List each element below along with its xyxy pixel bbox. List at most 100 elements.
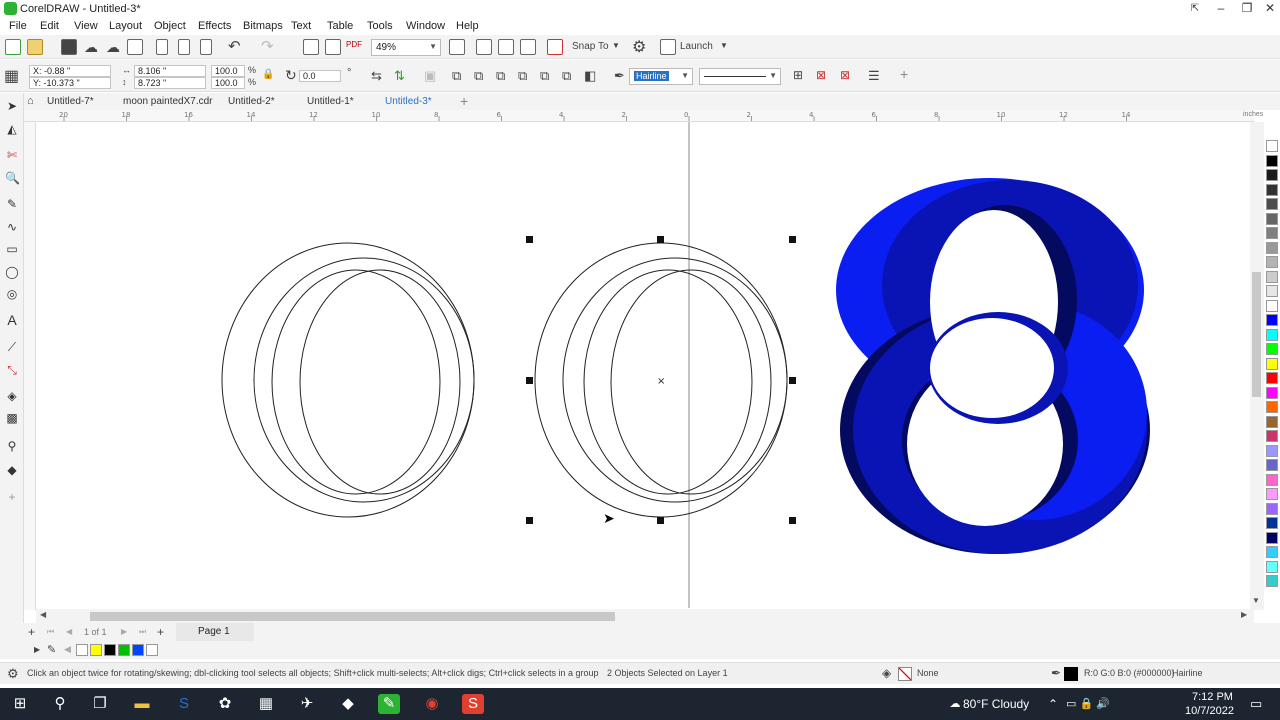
new-tab-icon[interactable]: + <box>460 93 468 109</box>
full-screen-preview-icon[interactable] <box>449 39 465 55</box>
new-document-icon[interactable] <box>5 39 21 55</box>
menu-window[interactable]: Window <box>406 20 445 32</box>
eyedropper-tool-icon[interactable]: ⚲ <box>5 439 19 453</box>
windows-start-icon[interactable]: ⊞ <box>9 694 31 714</box>
artistic-media-icon[interactable]: ∿ <box>5 220 19 234</box>
palette-swatch[interactable] <box>1266 430 1278 442</box>
account-icon[interactable]: ⇱ <box>1182 0 1208 18</box>
palette-swatch[interactable] <box>1266 575 1278 587</box>
swatch-blue[interactable] <box>132 644 144 656</box>
tray-icons[interactable]: ▭ 🔒 🔊 <box>1066 697 1110 710</box>
palette-swatch[interactable] <box>1266 502 1278 515</box>
pick-tool-icon[interactable]: ➤ <box>5 99 19 113</box>
home-icon[interactable]: ⌂ <box>27 95 34 107</box>
app-icon[interactable]: ▦ <box>255 694 277 714</box>
undo-icon[interactable]: ↶ <box>228 37 241 55</box>
snap-to-menu[interactable]: Snap To <box>572 41 609 52</box>
import-icon[interactable] <box>303 39 319 55</box>
app-s-red-icon[interactable]: S <box>462 694 484 714</box>
palette-swatch[interactable] <box>1266 154 1278 167</box>
scroll-right-icon[interactable]: ▶ <box>1241 610 1247 619</box>
eyedropper-icon[interactable]: ✎ <box>47 643 56 656</box>
tab-untitled-7[interactable]: Untitled-7* <box>47 93 94 110</box>
palette-swatch[interactable] <box>1266 299 1278 312</box>
minimize-button[interactable]: – <box>1208 0 1234 18</box>
line-style-select[interactable]: ▼ <box>699 68 781 85</box>
palette-swatch[interactable] <box>1266 169 1278 181</box>
selection-handle-left[interactable] <box>526 377 533 384</box>
blue-ring-artwork[interactable] <box>836 178 1150 554</box>
previous-page-icon[interactable]: ◀ <box>66 627 72 636</box>
height-field[interactable]: 8.723 " <box>134 77 206 89</box>
swatch-yellow[interactable] <box>90 644 102 656</box>
chevron-down-icon[interactable]: ▼ <box>612 41 620 50</box>
palette-swatch[interactable] <box>1266 256 1278 268</box>
swatch-black[interactable] <box>104 644 116 656</box>
x-position-field[interactable]: X: -0.88 " <box>29 65 111 77</box>
cut-icon[interactable] <box>156 39 168 55</box>
mirror-horizontal-icon[interactable]: ⇆ <box>371 68 382 84</box>
vertical-ruler[interactable] <box>24 122 36 610</box>
menu-table[interactable]: Table <box>327 20 353 32</box>
palette-scroll-left-icon[interactable]: ◀ <box>64 644 71 655</box>
align-icon[interactable]: ▣ <box>424 68 436 84</box>
position-reference-icon[interactable]: ▦ <box>4 66 19 86</box>
app-icon[interactable]: ✈ <box>296 694 318 714</box>
publish-pdf-icon[interactable]: PDF <box>346 40 362 49</box>
drawing-canvas[interactable]: × <box>36 122 1254 608</box>
clock-date[interactable]: 10/7/2022 <box>1185 705 1234 717</box>
connector-tool-icon[interactable]: ⤡ <box>5 363 19 377</box>
palette-swatch[interactable] <box>1266 314 1278 326</box>
paste-icon[interactable] <box>200 39 212 55</box>
page-tab[interactable]: Page 1 <box>176 623 254 641</box>
palette-swatch[interactable] <box>1266 140 1278 152</box>
chevron-down-icon[interactable]: ▼ <box>720 41 728 50</box>
palette-swatch[interactable] <box>1266 415 1278 428</box>
selection-handle-bottom-left[interactable] <box>526 517 533 524</box>
back-minus-front-icon[interactable]: ⧉ <box>562 68 571 84</box>
menu-object[interactable]: Object <box>154 20 186 32</box>
vertical-scrollbar[interactable]: ▼ <box>1250 122 1264 610</box>
menu-tools[interactable]: Tools <box>367 20 393 32</box>
app-icon[interactable]: ✿ <box>214 694 236 714</box>
break-apart-icon[interactable]: ⊠ <box>816 68 826 82</box>
selection-handle-bottom-right[interactable] <box>789 517 796 524</box>
menu-edit[interactable]: Edit <box>40 20 59 32</box>
horizontal-scrollbar[interactable]: ◀ ▶ <box>36 609 1254 623</box>
vertical-scroll-thumb[interactable] <box>1252 272 1261 397</box>
horizontal-scroll-thumb[interactable] <box>90 612 615 621</box>
scale-height-field[interactable]: 100.0 <box>211 77 245 89</box>
interactive-tool-icon[interactable]: ◈ <box>5 389 19 403</box>
file-explorer-icon[interactable]: ▬ <box>131 694 153 714</box>
scroll-down-icon[interactable]: ▼ <box>1252 596 1260 605</box>
first-page-icon[interactable]: ⏮ <box>47 627 54 637</box>
mirror-vertical-icon[interactable]: ⇅ <box>394 68 405 84</box>
palette-swatch[interactable] <box>1266 328 1278 341</box>
export-icon[interactable] <box>325 39 341 55</box>
menu-bitmaps[interactable]: Bitmaps <box>243 20 283 32</box>
fill-tool-icon[interactable]: ◆ <box>5 463 19 477</box>
add-tool-icon[interactable]: + <box>5 490 19 504</box>
palette-swatch[interactable] <box>1266 183 1278 196</box>
tray-chevron-icon[interactable]: ⌃ <box>1048 697 1058 711</box>
shape-tool-icon[interactable]: ◭ <box>5 122 19 136</box>
fill-bucket-icon[interactable]: ◈ <box>882 666 891 680</box>
outline-pen-status-icon[interactable]: ✒ <box>1051 666 1061 680</box>
chrome-icon[interactable]: ◉ <box>421 694 443 714</box>
selection-handle-right[interactable] <box>789 377 796 384</box>
combine-icon[interactable]: ⊞ <box>793 68 803 82</box>
crop-tool-icon[interactable]: ✄ <box>5 148 19 162</box>
outline-pen-icon[interactable]: ✒ <box>614 68 625 84</box>
palette-swatch[interactable] <box>1266 560 1278 573</box>
front-minus-back-icon[interactable]: ⧉ <box>540 68 549 84</box>
intersect-icon[interactable]: ⧉ <box>496 68 505 84</box>
add-page-icon[interactable]: + <box>28 625 35 639</box>
palette-swatch[interactable] <box>1266 372 1278 384</box>
palette-swatch[interactable] <box>1266 473 1278 486</box>
palette-swatch[interactable] <box>1266 270 1278 283</box>
palette-expand-icon[interactable]: ▶ <box>34 645 40 654</box>
palette-swatch[interactable] <box>1266 531 1278 544</box>
last-page-icon[interactable]: ⏭ <box>139 627 146 637</box>
palette-swatch[interactable] <box>1266 488 1278 500</box>
selection-handle-bottom[interactable] <box>657 517 664 524</box>
